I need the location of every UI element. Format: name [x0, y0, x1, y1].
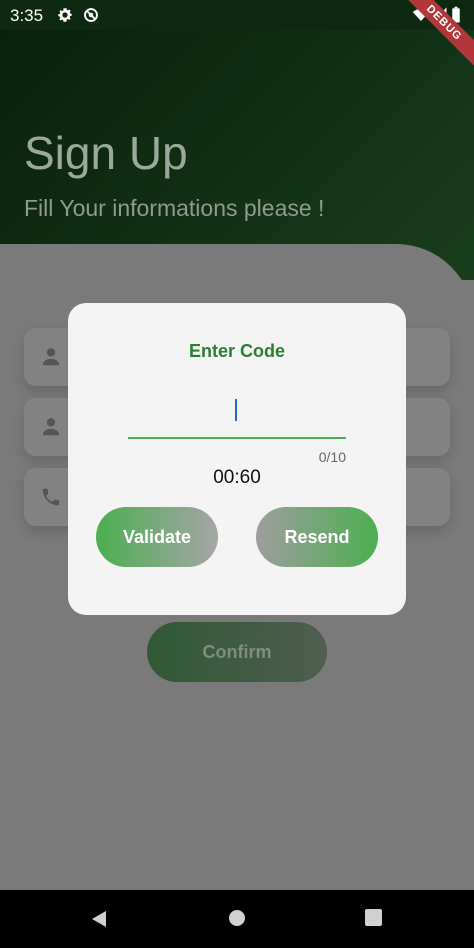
page-subtitle: Fill Your informations please ! [24, 195, 325, 221]
resend-button[interactable]: Resend [256, 507, 378, 567]
settings-icon [58, 8, 72, 22]
recents-icon[interactable] [365, 909, 382, 926]
back-icon[interactable] [89, 909, 109, 929]
text-cursor [235, 399, 237, 421]
home-icon[interactable] [228, 909, 246, 927]
page-title: Sign Up [24, 127, 188, 179]
person-icon [42, 418, 60, 436]
do-not-disturb-icon [84, 8, 98, 22]
confirm-button[interactable]: Confirm [147, 622, 327, 682]
code-input[interactable] [128, 389, 346, 439]
header: Sign Up Fill Your informations please ! [0, 30, 474, 280]
validate-button[interactable]: Validate [96, 507, 218, 567]
status-bar: 3:35 [0, 0, 474, 30]
phone-icon [42, 488, 60, 506]
person-icon [42, 348, 60, 366]
navigation-bar [0, 890, 474, 948]
status-time: 3:35 [10, 6, 44, 25]
enter-code-dialog: Enter Code 0/10 00:60 Validate Resend [68, 303, 406, 615]
dialog-title: Enter Code [188, 341, 285, 361]
countdown-timer: 00:60 [213, 467, 261, 488]
character-counter: 0/10 [318, 449, 346, 465]
